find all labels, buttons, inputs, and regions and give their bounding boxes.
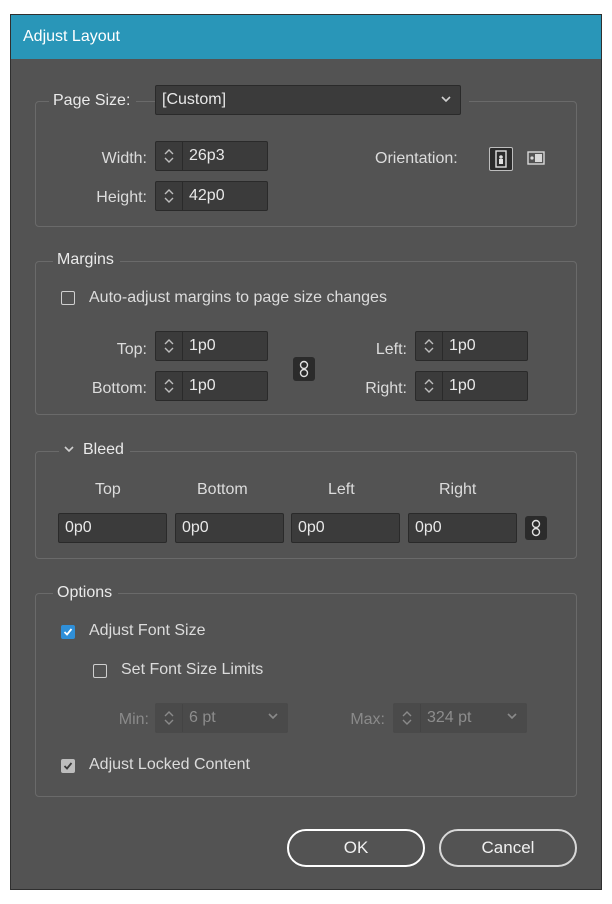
set-font-size-limits-checkbox[interactable] <box>93 664 107 678</box>
stepper-arrows-icon[interactable] <box>156 332 183 360</box>
bleed-top-value: 0p0 <box>65 519 92 536</box>
adjust-font-size-checkbox[interactable] <box>61 625 75 639</box>
stepper-arrows-icon[interactable] <box>416 332 443 360</box>
set-font-size-limits-label[interactable]: Set Font Size Limits <box>121 661 263 679</box>
options-legend: Options <box>53 584 119 602</box>
stepper-arrows-icon[interactable] <box>416 372 443 400</box>
page-size-value: [Custom] <box>162 91 227 108</box>
chevron-down-icon[interactable] <box>506 711 518 721</box>
height-value: 42p0 <box>189 187 225 204</box>
max-font-size-value: 324 pt <box>427 709 472 726</box>
bleed-bottom-label: Bottom <box>197 481 248 498</box>
checkmark-icon <box>63 762 73 770</box>
page-size-dropdown[interactable]: [Custom] <box>155 85 461 115</box>
min-label: Min: <box>118 711 149 728</box>
width-value: 26p3 <box>189 147 225 164</box>
margin-left-stepper[interactable]: 1p0 <box>415 331 528 361</box>
min-font-size-value: 6 pt <box>189 709 216 726</box>
bleed-label: Bleed <box>83 441 124 458</box>
margin-top-stepper[interactable]: 1p0 <box>155 331 268 361</box>
margin-bottom-stepper[interactable]: 1p0 <box>155 371 268 401</box>
bleed-top-input[interactable]: 0p0 <box>58 513 167 543</box>
max-label: Max: <box>350 711 385 728</box>
chevron-down-icon <box>441 96 451 103</box>
stepper-arrows-icon[interactable] <box>156 372 183 400</box>
margins-legend: Margins <box>53 251 120 269</box>
link-margins-chain-icon[interactable] <box>293 357 315 381</box>
auto-adjust-margins-label[interactable]: Auto-adjust margins to page size changes <box>89 289 387 307</box>
landscape-orientation-icon[interactable] <box>525 147 549 171</box>
margin-top-value: 1p0 <box>189 337 216 354</box>
checkmark-icon <box>63 628 73 636</box>
adjust-layout-dialog: Adjust Layout Page Size: [Custom] Width:… <box>10 14 602 890</box>
max-font-size-stepper[interactable]: 324 pt <box>393 703 527 733</box>
dialog-title: Adjust Layout <box>23 28 120 45</box>
height-label: Height: <box>96 189 147 206</box>
width-stepper[interactable]: 26p3 <box>155 141 268 171</box>
adjust-locked-content-label[interactable]: Adjust Locked Content <box>89 756 250 774</box>
orientation-label: Orientation: <box>375 150 458 167</box>
bleed-right-input[interactable]: 0p0 <box>408 513 517 543</box>
stepper-arrows-icon[interactable] <box>156 142 183 170</box>
margin-right-label: Right: <box>365 380 407 397</box>
margin-right-value: 1p0 <box>449 377 476 394</box>
dialog-titlebar[interactable]: Adjust Layout <box>11 15 601 59</box>
chevron-down-icon[interactable] <box>63 444 75 454</box>
bleed-top-label: Top <box>95 481 121 498</box>
chevron-down-icon[interactable] <box>267 711 279 721</box>
stepper-arrows-icon[interactable] <box>156 182 183 210</box>
auto-adjust-margins-checkbox[interactable] <box>61 291 75 305</box>
ok-button[interactable]: OK <box>287 829 425 867</box>
bleed-left-input[interactable]: 0p0 <box>291 513 400 543</box>
cancel-button[interactable]: Cancel <box>439 829 577 867</box>
adjust-locked-content-checkbox[interactable] <box>61 759 75 773</box>
margin-right-stepper[interactable]: 1p0 <box>415 371 528 401</box>
margin-bottom-label: Bottom: <box>91 380 147 397</box>
stepper-arrows-icon[interactable] <box>156 704 183 732</box>
height-stepper[interactable]: 42p0 <box>155 181 268 211</box>
bleed-legend[interactable]: Bleed <box>59 441 130 459</box>
bleed-right-label: Right <box>439 481 477 498</box>
bleed-bottom-value: 0p0 <box>182 519 209 536</box>
adjust-font-size-label[interactable]: Adjust Font Size <box>89 622 206 640</box>
bleed-left-value: 0p0 <box>298 519 325 536</box>
margin-left-value: 1p0 <box>449 337 476 354</box>
page-size-label: Page Size: <box>49 92 137 110</box>
link-bleed-chain-icon[interactable] <box>525 516 547 540</box>
width-label: Width: <box>101 150 147 167</box>
margin-left-label: Left: <box>375 341 407 358</box>
margin-top-label: Top: <box>116 341 147 358</box>
margin-bottom-value: 1p0 <box>189 377 216 394</box>
portrait-orientation-icon[interactable] <box>489 147 513 171</box>
min-font-size-stepper[interactable]: 6 pt <box>155 703 288 733</box>
stepper-arrows-icon[interactable] <box>394 704 421 732</box>
bleed-bottom-input[interactable]: 0p0 <box>175 513 284 543</box>
bleed-left-label: Left <box>328 481 355 498</box>
bleed-right-value: 0p0 <box>415 519 442 536</box>
